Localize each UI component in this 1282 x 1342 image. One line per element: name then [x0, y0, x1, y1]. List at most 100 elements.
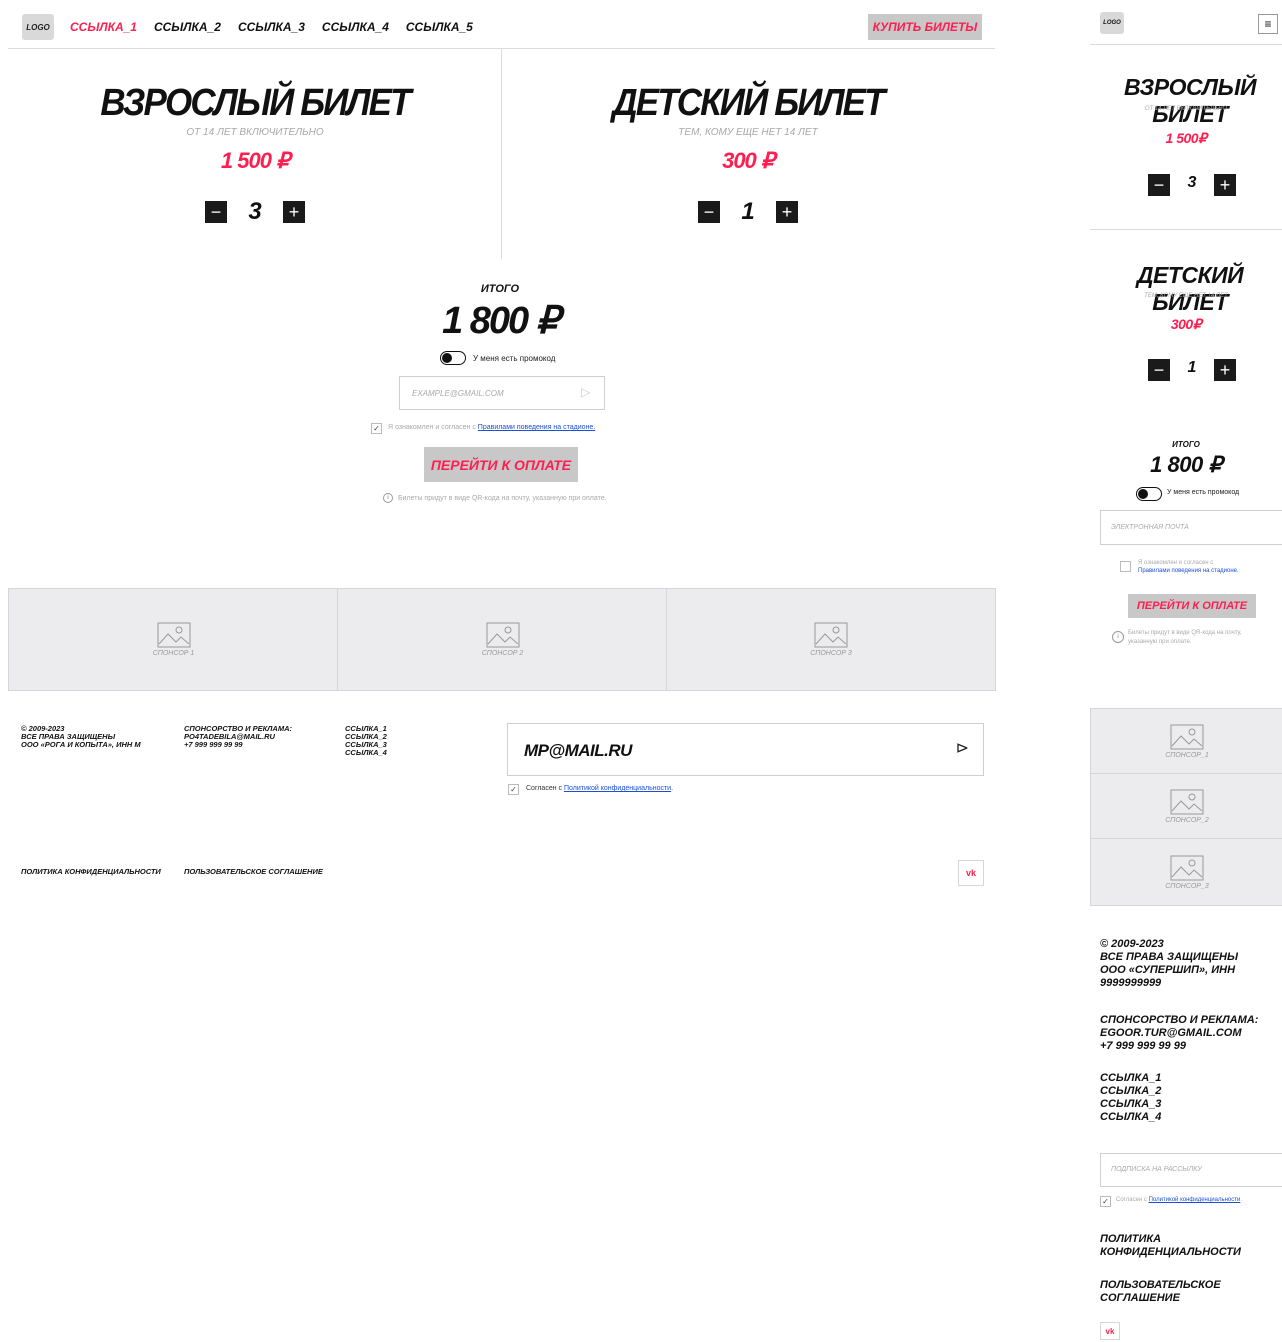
- footer-copyright: © 2009-2023 ВСЕ ПРАВА ЗАЩИЩЕНЫ ООО «РОГА…: [21, 725, 141, 749]
- mobile-privacy-footer-link[interactable]: ПОЛИТИКА КОНФИДЕНЦИАЛЬНОСТИ: [1100, 1233, 1241, 1259]
- pay-button[interactable]: ПЕРЕЙТИ К ОПЛАТЕ: [424, 447, 578, 482]
- mobile-footer-copyright: © 2009-2023 ВСЕ ПРАВА ЗАЩИЩЕНЫ ООО «СУПЕ…: [1100, 938, 1238, 990]
- image-placeholder-icon: [486, 622, 519, 648]
- nav-link-3[interactable]: ССЫЛКА_3: [238, 20, 305, 34]
- copyright-line: © 2009-2023: [1100, 938, 1164, 950]
- privacy-agreement: Согласен с Политикой конфиденциальности.: [526, 785, 673, 792]
- mobile-privacy-policy-link[interactable]: Политикой конфиденциальности: [1149, 1197, 1241, 1203]
- sponsorship-email[interactable]: EGOOR.TUR@GMAIL.COM: [1100, 1027, 1258, 1040]
- promo-label: У меня есть промокод: [473, 354, 556, 363]
- ticket-divider: [501, 49, 502, 259]
- buy-tickets-button[interactable]: КУПИТЬ БИЛЕТЫ: [868, 14, 982, 40]
- child-quantity-stepper: − 1 +: [503, 198, 993, 226]
- mobile-footer-link-1[interactable]: ССЫЛКА_1: [1100, 1072, 1161, 1085]
- send-icon[interactable]: ▷: [581, 385, 590, 399]
- mobile-privacy-checkbox[interactable]: ✓: [1100, 1196, 1111, 1207]
- mobile-vk-icon[interactable]: vk: [1100, 1322, 1120, 1340]
- sponsor-card-2[interactable]: СПОНСОР 2: [337, 588, 668, 691]
- promo-toggle[interactable]: [440, 351, 466, 365]
- terms-footer-link[interactable]: ПОЛЬЗОВАТЕЛЬСКОЕ СОГЛАШЕНИЕ: [184, 868, 323, 876]
- mobile-child-subtitle: ТЕМ, КОМУ ЕЩЕ НЕТ 14 ЛЕТ: [1144, 293, 1228, 299]
- nav-link-1[interactable]: ССЫЛКА_1: [70, 20, 137, 34]
- nav-link-5[interactable]: ССЫЛКА_5: [406, 20, 473, 34]
- nav-link-4[interactable]: ССЫЛКА_4: [322, 20, 389, 34]
- mobile-subscribe-placeholder: ПОДПИСКА НА РАССЫЛКУ: [1111, 1166, 1202, 1173]
- mobile-total-value: 1 800 ₽: [1150, 452, 1222, 477]
- tickets-info-text: Билеты придут в виде QR-кода на почту, у…: [398, 494, 607, 502]
- child-minus-button[interactable]: −: [698, 201, 720, 223]
- mobile-sponsor-card-3[interactable]: СПОНСОР_3: [1090, 838, 1282, 906]
- mobile-logo[interactable]: LOGO: [1100, 12, 1124, 34]
- copyright-line: ООО «СУПЕРШИП», ИНН: [1100, 964, 1236, 976]
- desktop-layout: LOGO ССЫЛКА_1 ССЫЛКА_2 ССЫЛКА_3 ССЫЛКА_4…: [0, 0, 1000, 1342]
- mobile-rules-agreement: Я ознакомлен и согласен с Правилами пове…: [1138, 559, 1239, 575]
- mobile-footer-link-4[interactable]: ССЫЛКА_4: [1100, 1111, 1161, 1124]
- mobile-adult-plus-button[interactable]: +: [1214, 174, 1236, 196]
- adult-ticket-title: ВЗРОСЛЫЙ БИЛЕТ: [100, 82, 411, 124]
- vk-icon[interactable]: vk: [958, 860, 984, 886]
- rules-checkbox[interactable]: ✓: [371, 423, 382, 434]
- footer-sponsorship: СПОНСОРСТВО И РЕКЛАМА: PO4TADEBILA@MAIL.…: [184, 725, 292, 749]
- sponsor-label: СПОНСОР 2: [481, 650, 524, 657]
- sponsorship-line: СПОНСОРСТВО И РЕКЛАМА:: [1100, 1014, 1259, 1026]
- sponsor-card-1[interactable]: СПОНСОР 1: [8, 588, 339, 691]
- mobile-terms-footer-link[interactable]: ПОЛЬЗОВАТЕЛЬСКОЕ СОГЛАШЕНИЕ: [1100, 1279, 1221, 1305]
- mobile-privacy-agreement: Согласен с Политикой конфиденциальности.: [1116, 1197, 1242, 1203]
- mobile-child-title: ДЕТСКИЙ БИЛЕТ: [1136, 262, 1244, 315]
- mobile-rules-checkbox[interactable]: [1120, 561, 1131, 572]
- privacy-policy-link[interactable]: Политикой конфиденциальности: [564, 785, 671, 792]
- sponsorship-phone[interactable]: +7 999 999 99 99: [184, 741, 292, 749]
- stadium-rules-link[interactable]: Правилами поведения на стадионе.: [478, 424, 595, 431]
- sponsor-label: СПОНСОР 1: [152, 650, 195, 657]
- adult-quantity-stepper: − 3 +: [10, 198, 500, 226]
- email-placeholder: EXAMPLE@GMAIL.COM: [412, 389, 504, 398]
- child-ticket-subtitle: ТЕМ, КОМУ ЕЩЕ НЕТ 14 ЛЕТ: [678, 127, 818, 138]
- mobile-sponsor-card-1[interactable]: СПОНСОР_1: [1090, 708, 1282, 775]
- nav-link-2[interactable]: ССЫЛКА_2: [154, 20, 221, 34]
- sponsor-label: СПОНСОР_1: [1165, 752, 1209, 759]
- privacy-policy-footer-link[interactable]: ПОЛИТИКА КОНФИДЕНЦИАЛЬНОСТИ: [21, 868, 161, 876]
- mobile-subscribe-input[interactable]: ПОДПИСКА НА РАССЫЛКУ: [1100, 1153, 1282, 1187]
- child-plus-button[interactable]: +: [776, 201, 798, 223]
- privacy-line: КОНФИДЕНЦИАЛЬНОСТИ: [1100, 1246, 1241, 1258]
- footer-links: ССЫЛКА_1 ССЫЛКА_2 ССЫЛКА_3 ССЫЛКА_4: [345, 725, 387, 757]
- mobile-footer-link-2[interactable]: ССЫЛКА_2: [1100, 1085, 1161, 1098]
- subscribe-input[interactable]: MP@MAIL.RU ⊳: [507, 723, 984, 776]
- subscribe-value: MP@MAIL.RU: [524, 741, 632, 760]
- sponsor-label: СПОНСОР_3: [1165, 882, 1209, 890]
- mobile-stadium-rules-link[interactable]: Правилами поведения на стадионе.: [1138, 567, 1239, 575]
- total-value: 1 800 ₽: [442, 300, 560, 342]
- mobile-footer-link-3[interactable]: ССЫЛКА_3: [1100, 1098, 1161, 1111]
- adult-minus-button[interactable]: −: [205, 201, 227, 223]
- adult-ticket: ВЗРОСЛЫЙ БИЛЕТ ОТ 14 ЛЕТ ВКЛЮЧИТЕЛЬНО 1 …: [10, 82, 500, 226]
- mobile-tickets-info-line: указанную при оплате.: [1128, 639, 1192, 645]
- email-input[interactable]: EXAMPLE@GMAIL.COM ▷: [399, 376, 605, 410]
- adult-plus-button[interactable]: +: [283, 201, 305, 223]
- mobile-promo-toggle[interactable]: [1136, 487, 1162, 501]
- mobile-pay-button[interactable]: ПЕРЕЙТИ К ОПЛАТЕ: [1128, 594, 1256, 618]
- privacy-checkbox[interactable]: ✓: [508, 784, 519, 795]
- child-ticket-title: ДЕТСКИЙ БИЛЕТ: [612, 82, 885, 124]
- mobile-layout: LOGO ≡ ВЗРОСЛЫЙ БИЛЕТ ОТ 14 ЛЕТ ВКЛЮЧИТЕ…: [1090, 0, 1282, 1342]
- mobile-adult-minus-button[interactable]: −: [1148, 174, 1170, 196]
- image-placeholder-icon: [1170, 789, 1204, 815]
- mobile-email-input[interactable]: ЭЛЕКТРОННАЯ ПОЧТА: [1100, 510, 1282, 545]
- sponsorship-phone[interactable]: +7 999 999 99 99: [1100, 1040, 1258, 1053]
- mobile-child-plus-button[interactable]: +: [1214, 359, 1236, 381]
- hamburger-menu-icon[interactable]: ≡: [1258, 14, 1278, 34]
- adult-ticket-price: 1 500 ₽: [220, 148, 290, 173]
- info-icon: i: [383, 493, 393, 503]
- mobile-child-minus-button[interactable]: −: [1148, 359, 1170, 381]
- copyright-line: ООО «РОГА И КОПЫТА», ИНН М: [21, 740, 141, 749]
- sponsor-card-3[interactable]: СПОНСОР 3: [666, 588, 996, 691]
- mobile-adult-price: 1 500₽: [1165, 130, 1207, 146]
- send-icon[interactable]: ⊳: [956, 738, 969, 758]
- mobile-adult-title: ВЗРОСЛЫЙ БИЛЕТ: [1123, 74, 1257, 127]
- logo[interactable]: LOGO: [22, 14, 54, 40]
- image-placeholder-icon: [1170, 855, 1204, 880]
- mobile-sponsor-card-2[interactable]: СПОНСОР_2: [1090, 773, 1282, 840]
- image-placeholder-icon: [157, 622, 190, 648]
- child-quantity-value: 1: [741, 198, 755, 225]
- sponsor-label: СПОНСОР_2: [1165, 817, 1209, 824]
- footer-link-4[interactable]: ССЫЛКА_4: [345, 749, 387, 757]
